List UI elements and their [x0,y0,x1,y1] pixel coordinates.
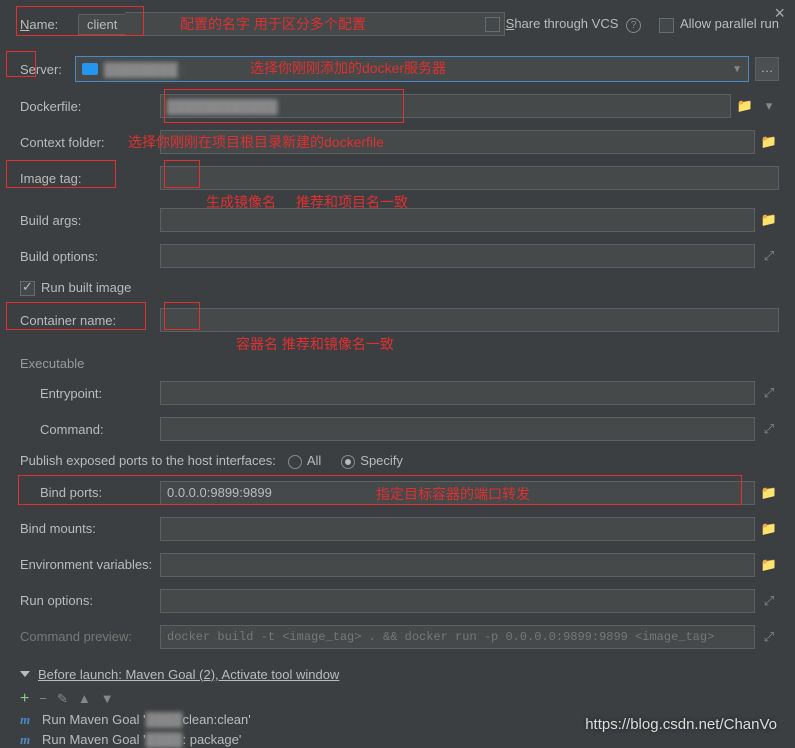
edit-button[interactable]: ✎ [57,691,68,707]
folder-icon[interactable]: 📁 [759,519,779,539]
down-button[interactable]: ▼ [101,691,114,706]
entrypoint-input[interactable] [160,381,755,405]
expand-icon[interactable]: ⤢ [759,591,779,611]
annotation-box [6,51,36,77]
allow-parallel-checkbox[interactable]: Allow parallel run [659,16,779,32]
bindmounts-label: Bind mounts: [20,521,160,536]
annotation-box [164,160,200,188]
expand-icon[interactable]: ⤢ [759,419,779,439]
runbuilt-checkbox[interactable]: Run built image [20,280,131,296]
share-vcs-checkbox[interactable]: Share through VCS ? [485,16,641,33]
up-button[interactable]: ▲ [78,691,91,706]
command-input[interactable] [160,417,755,441]
annotation-box [6,302,146,330]
annotation-text: 配置的名字 用于区分多个配置 [180,14,366,34]
annotation-text: 指定目标容器的端口转发 [376,484,530,504]
annotation-box [164,302,200,330]
buildargs-label: Build args: [20,213,160,228]
folder-icon[interactable]: 📁 [735,96,755,116]
watermark: https://blog.csdn.net/ChanVo [585,716,777,733]
expand-icon[interactable]: ⤢ [759,246,779,266]
maven-icon: m [20,712,36,728]
before-launch-section[interactable]: Before launch: Maven Goal (2), Activate … [20,667,779,682]
radio-all[interactable]: All [288,453,321,469]
expand-icon[interactable]: ⤢ [759,383,779,403]
buildopts-label: Build options: [20,249,160,264]
buildargs-input[interactable] [160,208,755,232]
bindmounts-input[interactable] [160,517,755,541]
annotation-box [164,89,404,123]
envvars-input[interactable] [160,553,755,577]
maven-goal-2[interactable]: m Run Maven Goal '████: package' [20,732,779,748]
annotation-text: 容器名 推荐和镜像名一致 [236,334,394,354]
server-browse-button[interactable]: … [755,57,779,81]
executable-section: Executable [20,356,779,371]
container-input[interactable] [160,308,779,332]
chevron-down-icon [20,671,30,677]
publish-label: Publish exposed ports to the host interf… [20,453,276,468]
annotation-text: 选择你刚刚添加的docker服务器 [250,58,446,78]
annotation-box [16,6,144,36]
runopts-input[interactable] [160,589,755,613]
entrypoint-label: Entrypoint: [40,386,160,401]
radio-specify[interactable]: Specify [341,453,403,469]
dockerfile-label: Dockerfile: [20,99,160,114]
cmdpreview-field: docker build -t <image_tag> . && docker … [160,625,755,649]
imagetag-input[interactable] [160,166,779,190]
annotation-text: 选择你刚刚在项目根目录新建的dockerfile [128,132,384,152]
folder-icon[interactable]: 📁 [759,210,779,230]
remove-button[interactable]: − [39,691,47,706]
command-label: Command: [40,422,160,437]
add-button[interactable]: + [20,690,29,708]
expand-icon[interactable]: ⤢ [759,627,779,647]
envvars-label: Environment variables: [20,557,160,572]
cmdpreview-label: Command preview: [20,629,160,644]
chevron-down-icon[interactable]: ▾ [759,96,779,116]
docker-icon [82,63,98,75]
before-launch-label: Before launch: Maven Goal (2), Activate … [38,667,339,682]
help-icon[interactable]: ? [626,18,641,33]
folder-icon[interactable]: 📁 [759,555,779,575]
maven-icon: m [20,732,36,748]
server-value: ████████ : [104,62,185,77]
folder-icon[interactable]: 📁 [759,132,779,152]
folder-icon[interactable]: 📁 [759,483,779,503]
annotation-box [6,160,116,188]
buildopts-input[interactable] [160,244,755,268]
chevron-down-icon: ▼ [732,64,742,75]
runopts-label: Run options: [20,593,160,608]
